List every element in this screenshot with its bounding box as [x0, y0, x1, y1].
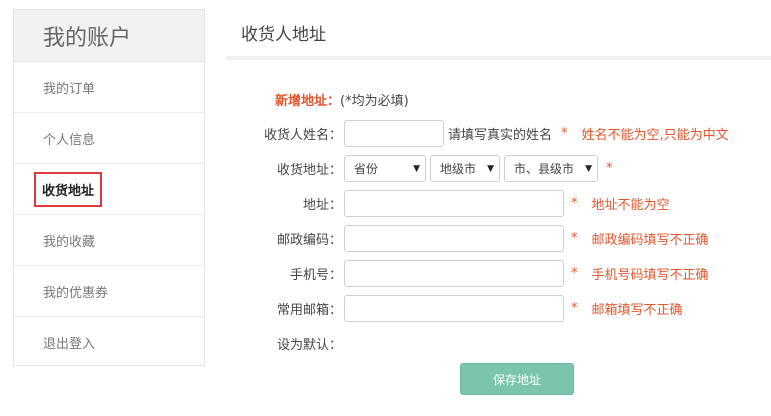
email-row: 常用邮箱： * 邮箱填写不正确	[226, 295, 683, 322]
name-label: 收货人姓名：	[263, 128, 342, 143]
chevron-down-icon: ▼	[413, 163, 420, 174]
phone-input[interactable]	[344, 260, 564, 287]
county-select[interactable]: 市、县级市 ▼	[504, 155, 598, 182]
page-root: 我的账户 我的订单 个人信息 收货地址 我的收藏 我的优惠券 退出登入 收货人地…	[0, 0, 771, 416]
region-required-star: *	[606, 161, 613, 176]
postcode-input[interactable]	[344, 225, 564, 252]
new-address-heading: 新增地址：(*均为必填)	[275, 90, 409, 109]
sidebar-item-label: 个人信息	[43, 132, 96, 148]
phone-required-star: *	[571, 266, 578, 281]
phone-error: 手机号码填写不正确	[591, 268, 709, 283]
sidebar-item-label: 我的优惠券	[43, 285, 109, 301]
county-value: 市、县级市	[514, 162, 575, 176]
address-error: 地址不能为空	[591, 198, 670, 213]
city-select[interactable]: 地级市 ▼	[430, 155, 500, 182]
name-row: 收货人姓名： 请填写真实的姓名 * 姓名不能为空,只能为中文	[226, 120, 729, 147]
default-row: 设为默认：	[226, 334, 342, 353]
postcode-row: 邮政编码： * 邮政编码填写不正确	[226, 225, 709, 252]
save-address-button[interactable]: 保存地址	[460, 363, 574, 395]
sidebar-item-addresses[interactable]: 收货地址	[14, 164, 204, 215]
email-input[interactable]	[344, 295, 564, 322]
postcode-required-star: *	[571, 231, 578, 246]
address-label: 地址：	[302, 198, 342, 213]
required-note: (*均为必填)	[340, 94, 409, 109]
default-label: 设为默认：	[276, 338, 342, 353]
region-label: 收货地址：	[276, 163, 342, 178]
phone-label: 手机号：	[289, 268, 342, 283]
page-title: 收货人地址	[226, 9, 771, 60]
city-value: 地级市	[440, 162, 477, 176]
sidebar-item-favorites[interactable]: 我的收藏	[14, 215, 204, 266]
chevron-down-icon: ▼	[585, 163, 592, 174]
sidebar-item-label: 我的订单	[43, 81, 96, 97]
name-required-star: *	[561, 126, 568, 141]
sidebar-item-label: 退出登入	[43, 337, 96, 352]
name-error: 姓名不能为空,只能为中文	[581, 128, 729, 143]
email-label: 常用邮箱：	[276, 303, 342, 318]
new-address-label: 新增地址：	[275, 94, 341, 109]
chevron-down-icon: ▼	[487, 163, 494, 174]
sidebar-item-orders[interactable]: 我的订单	[14, 62, 204, 113]
postcode-label: 邮政编码：	[276, 233, 342, 248]
name-hint: 请填写真实的姓名	[448, 128, 553, 143]
province-select[interactable]: 省份 ▼	[344, 155, 426, 182]
sidebar-item-logout[interactable]: 退出登入	[14, 317, 204, 368]
account-sidebar: 我的账户 我的订单 个人信息 收货地址 我的收藏 我的优惠券 退出登入	[13, 9, 205, 366]
sidebar-item-label: 我的收藏	[43, 234, 96, 250]
address-required-star: *	[571, 196, 578, 211]
phone-row: 手机号： * 手机号码填写不正确	[226, 260, 709, 287]
email-error: 邮箱填写不正确	[591, 303, 683, 318]
region-row: 收货地址： 省份 ▼ 地级市 ▼ 市、县级市 ▼ *	[226, 155, 613, 182]
sidebar-item-profile[interactable]: 个人信息	[14, 113, 204, 164]
name-input[interactable]	[344, 120, 444, 147]
sidebar-item-coupons[interactable]: 我的优惠券	[14, 266, 204, 317]
sidebar-title: 我的账户	[14, 10, 204, 62]
address-row: 地址： * 地址不能为空	[226, 190, 670, 217]
email-required-star: *	[571, 301, 578, 316]
postcode-error: 邮政编码填写不正确	[591, 233, 709, 248]
province-value: 省份	[354, 162, 379, 176]
address-input[interactable]	[344, 190, 564, 217]
sidebar-item-label: 收货地址	[34, 171, 103, 207]
